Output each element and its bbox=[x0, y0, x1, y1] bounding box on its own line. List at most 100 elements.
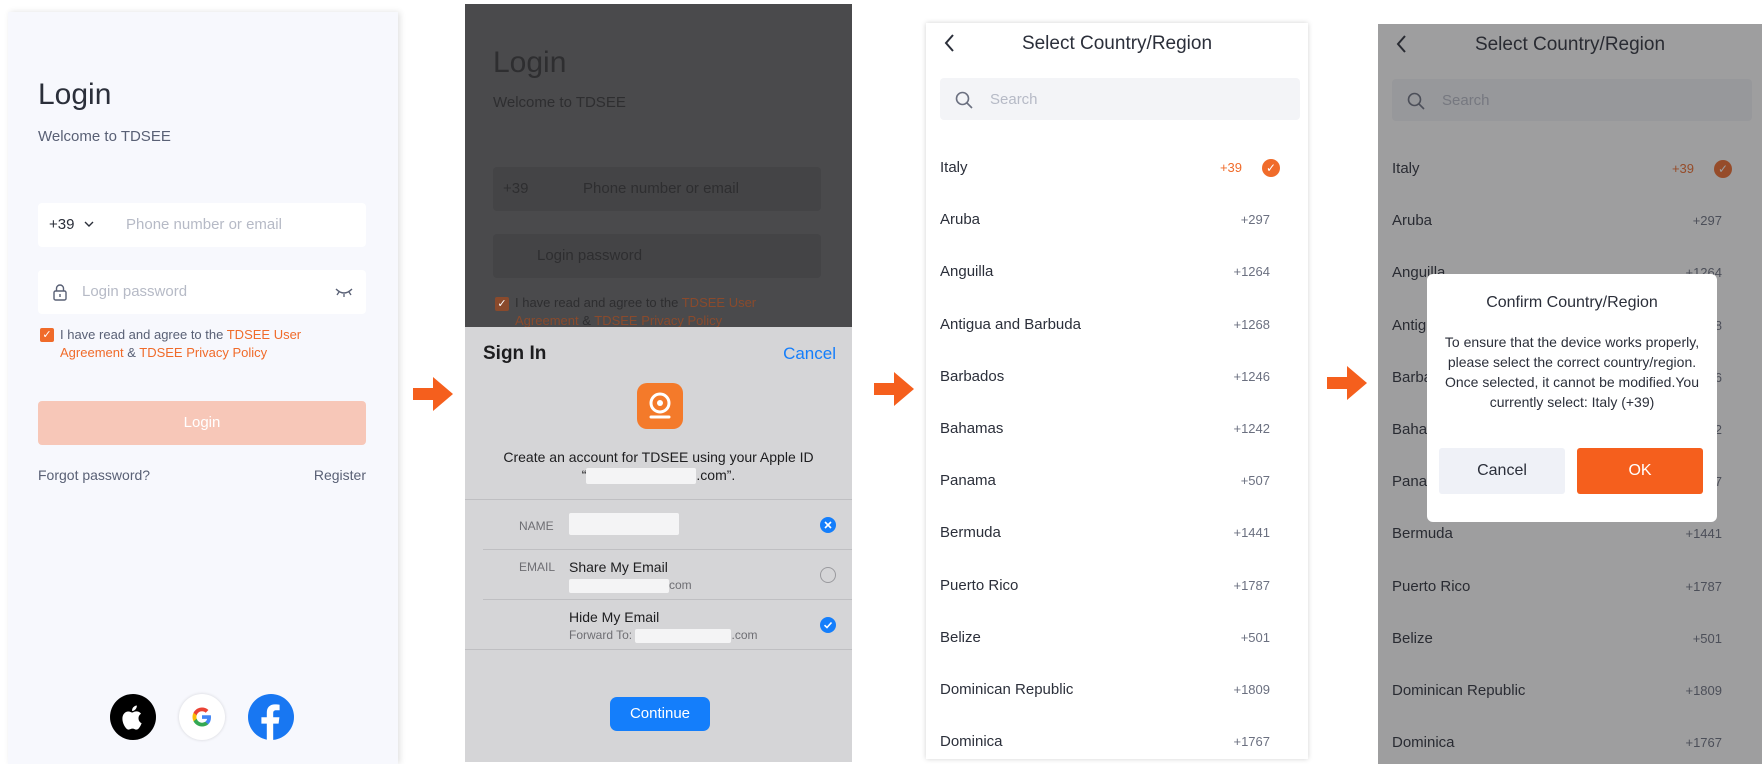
camera-icon bbox=[649, 392, 671, 419]
page-title: Login bbox=[493, 46, 567, 79]
name-row: NAME bbox=[465, 499, 852, 549]
google-icon bbox=[192, 707, 211, 727]
search-icon bbox=[955, 91, 973, 109]
country-item[interactable]: Barbados +1246 bbox=[940, 365, 1280, 389]
eye-closed-icon[interactable] bbox=[334, 285, 354, 299]
phone-input[interactable]: Phone number or email bbox=[126, 216, 282, 233]
share-email-row[interactable]: EMAIL Share My Email com bbox=[483, 549, 852, 599]
google-login-button[interactable] bbox=[179, 694, 225, 740]
ok-button[interactable]: OK bbox=[1577, 448, 1703, 494]
country-item[interactable]: Aruba +297 bbox=[940, 208, 1280, 232]
country-name: Panama bbox=[940, 472, 996, 490]
create-account-text: Create an account for TDSEE using your A… bbox=[503, 449, 814, 485]
selected-check-icon: ✓ bbox=[1262, 159, 1280, 177]
name-input[interactable] bbox=[569, 513, 679, 535]
continue-button[interactable]: Continue bbox=[610, 697, 710, 731]
arrow-right-icon bbox=[413, 377, 453, 411]
country-code-selector[interactable]: +39 bbox=[49, 216, 95, 233]
password-input[interactable]: Login password bbox=[82, 283, 187, 300]
country-code: +501 bbox=[1240, 629, 1270, 645]
agreement-text: I have read and agree to the TDSEE User … bbox=[60, 327, 302, 360]
page-title: Login bbox=[38, 78, 112, 111]
chevron-down-icon bbox=[84, 221, 94, 227]
country-name: Dominican Republic bbox=[940, 681, 1074, 698]
country-code: +297 bbox=[1240, 212, 1270, 228]
agree-checkbox: ✓ bbox=[495, 297, 509, 311]
hide-email-row[interactable]: Hide My Email Forward To: .com bbox=[483, 599, 852, 649]
country-code: +507 bbox=[1240, 473, 1270, 489]
country-item[interactable]: Antigua and Barbuda +1268 bbox=[940, 313, 1280, 337]
country-name: Antigua and Barbuda bbox=[940, 315, 1081, 333]
arrow-right-icon bbox=[1327, 366, 1367, 400]
dialog-title: Confirm Country/Region bbox=[1486, 294, 1658, 311]
country-item[interactable]: Dominican Republic +1809 bbox=[940, 678, 1280, 702]
cancel-button[interactable]: Cancel bbox=[783, 344, 836, 364]
facebook-icon bbox=[261, 704, 280, 740]
share-email-address: com bbox=[569, 578, 692, 593]
header: Select Country/Region bbox=[926, 23, 1308, 63]
country-name: Barbados bbox=[940, 367, 1005, 385]
country-item[interactable]: Bahamas +1242 bbox=[940, 417, 1280, 441]
country-name: Italy bbox=[940, 159, 968, 176]
forgot-password-link[interactable]: Forgot password? bbox=[38, 467, 150, 483]
country-name: Bahamas bbox=[940, 420, 1004, 437]
country-code: +1264 bbox=[1233, 264, 1270, 280]
page-subtitle: Welcome to TDSEE bbox=[493, 94, 626, 111]
password-field[interactable]: Login password bbox=[38, 270, 366, 314]
country-name: Belize bbox=[940, 628, 981, 646]
share-email-label: Share My Email bbox=[569, 559, 668, 575]
apple-login-button[interactable] bbox=[110, 694, 156, 740]
phone-field[interactable]: +39 Phone number or email bbox=[38, 203, 366, 247]
country-name: Anguilla bbox=[940, 263, 994, 281]
sheet-title: Sign In bbox=[483, 343, 547, 364]
arrow-right-icon bbox=[874, 372, 914, 406]
login-button[interactable]: Login bbox=[38, 401, 366, 445]
apple-signin-screen: Login Welcome to TDSEE +39 Phone number … bbox=[465, 4, 852, 762]
register-link[interactable]: Register bbox=[314, 467, 366, 483]
country-item[interactable]: Anguilla +1264 bbox=[940, 260, 1280, 284]
confirm-country-screen: Select Country/Region Search Italy +39 ✓ Ar… bbox=[1378, 24, 1762, 764]
country-code: +1268 bbox=[1233, 316, 1270, 332]
country-code: +1246 bbox=[1233, 368, 1270, 384]
country-name: Aruba bbox=[940, 211, 981, 229]
lock-icon bbox=[53, 284, 67, 301]
share-email-radio[interactable] bbox=[820, 567, 836, 583]
country-item[interactable]: Dominica +1767 bbox=[940, 730, 1280, 754]
country-name: Bermuda bbox=[940, 524, 1001, 542]
hide-email-radio[interactable] bbox=[820, 617, 836, 633]
agree-checkbox[interactable]: ✓ bbox=[40, 328, 54, 342]
hide-email-label: Hide My Email bbox=[569, 609, 660, 625]
redacted-email bbox=[586, 468, 697, 485]
page-subtitle: Welcome to TDSEE bbox=[38, 128, 171, 145]
clear-name-icon[interactable] bbox=[820, 517, 836, 533]
country-code: +1767 bbox=[1233, 734, 1270, 750]
apple-signin-sheet: Sign In Cancel Create an account for TDS… bbox=[465, 327, 852, 762]
confirm-dialog: Confirm Country/Region To ensure that th… bbox=[1427, 274, 1717, 522]
country-item[interactable]: Panama +507 bbox=[940, 469, 1280, 493]
cancel-button[interactable]: Cancel bbox=[1439, 448, 1565, 494]
divider bbox=[465, 649, 852, 650]
country-code: +1809 bbox=[1233, 682, 1270, 697]
country-code: +1242 bbox=[1233, 421, 1270, 436]
login-screen: Login Welcome to TDSEE +39 Phone number … bbox=[8, 12, 398, 764]
page-title: Select Country/Region bbox=[1021, 33, 1213, 54]
facebook-login-button[interactable] bbox=[248, 694, 294, 740]
country-code: +39 bbox=[1219, 160, 1242, 175]
country-code: +1441 bbox=[1233, 525, 1270, 541]
apple-icon bbox=[122, 705, 142, 730]
dialog-message: To ensure that the device works properly… bbox=[1444, 334, 1700, 410]
country-code: +1787 bbox=[1233, 577, 1270, 593]
country-name: Puerto Rico bbox=[940, 576, 1019, 594]
search-input[interactable]: Search bbox=[990, 91, 1038, 108]
country-item[interactable]: Bermuda +1441 bbox=[940, 521, 1280, 545]
agreement-text: I have read and agree to the TDSEE User … bbox=[515, 295, 757, 328]
country-item[interactable]: Belize +501 bbox=[940, 626, 1280, 650]
app-icon bbox=[637, 383, 683, 429]
phone-field: +39 Phone number or email bbox=[493, 167, 821, 211]
country-name: Dominica bbox=[940, 733, 1003, 751]
forward-to-address: Forward To: .com bbox=[569, 628, 758, 643]
country-item[interactable]: Italy +39 ✓ bbox=[940, 156, 1280, 180]
search-field[interactable]: Search bbox=[940, 78, 1300, 120]
privacy-policy-link[interactable]: TDSEE Privacy Policy bbox=[139, 345, 267, 360]
country-item[interactable]: Puerto Rico +1787 bbox=[940, 574, 1280, 598]
